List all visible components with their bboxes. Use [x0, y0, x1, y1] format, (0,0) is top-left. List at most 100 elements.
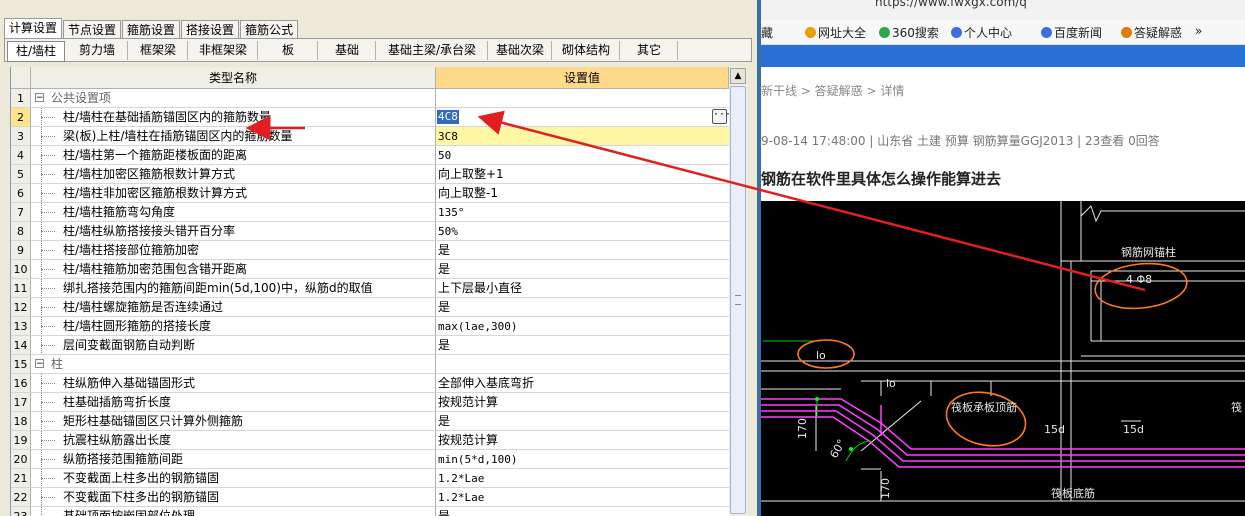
top-tab[interactable]: 箍筋公式 [240, 20, 299, 39]
component-tab[interactable]: 砌体结构 [553, 41, 620, 60]
top-tab[interactable]: 计算设置 [4, 18, 63, 39]
setting-name-cell[interactable]: 绑扎搭接范围内的箍筋间距min(5d,100)中，纵筋d的取值 [31, 279, 436, 298]
setting-value-cell[interactable]: 50 [436, 146, 729, 165]
setting-value-cell[interactable]: 向上取整+1 [436, 165, 729, 184]
top-tab[interactable]: 搭接设置 [181, 20, 240, 39]
table-row[interactable]: 13 柱/墙柱圆形箍筋的搭接长度 max(lae,300) [11, 317, 729, 336]
favorite-link[interactable]: 个人中心 [951, 24, 1012, 41]
breadcrumb[interactable]: 新干线 > 答疑解惑 > 详情 [761, 82, 904, 99]
top-tab[interactable]: 节点设置 [63, 20, 122, 39]
setting-value-cell[interactable]: 是 [436, 507, 729, 516]
component-tab[interactable]: 柱/墙柱 [7, 41, 65, 62]
component-tab[interactable]: 框架梁 [129, 41, 188, 60]
table-row[interactable]: 18 矩形柱基础锚固区只计算外侧箍筋 是 [11, 412, 729, 431]
table-row[interactable]: 16 柱纵筋伸入基础锚固形式 全部伸入基底弯折 [11, 374, 729, 393]
table-row[interactable]: 6 柱/墙柱非加密区箍筋根数计算方式 向上取整-1 [11, 184, 729, 203]
ellipsis-button[interactable]: ··· [712, 109, 729, 124]
grid-scrollbar[interactable]: ▲ [729, 67, 747, 516]
table-row[interactable]: 12 柱/墙柱螺旋箍筋是否连续通过 是 [11, 298, 729, 317]
setting-value-cell[interactable]: 是 [436, 260, 729, 279]
setting-name-cell[interactable]: 柱/墙柱非加密区箍筋根数计算方式 [31, 184, 436, 203]
scroll-up-button[interactable]: ▲ [730, 68, 746, 84]
type-name-header[interactable]: 类型名称 [31, 67, 436, 89]
table-row[interactable]: 4 柱/墙柱第一个箍筋距楼板面的距离 50 [11, 146, 729, 165]
collapse-icon[interactable]: − [35, 93, 44, 103]
setting-name-cell[interactable]: 矩形柱基础锚固区只计算外侧箍筋 [31, 412, 436, 431]
table-row[interactable]: 23 基础顶面按嵌固部位处理 是 [11, 507, 729, 516]
favorite-link[interactable]: 网址大全 [805, 24, 866, 41]
top-tab[interactable]: 箍筋设置 [122, 20, 181, 39]
table-row[interactable]: 11 绑扎搭接范围内的箍筋间距min(5d,100)中，纵筋d的取值 上下层最小直径 [11, 279, 729, 298]
setting-name-cell[interactable]: 柱纵筋伸入基础锚固形式 [31, 374, 436, 393]
setting-value-cell[interactable]: 是 [436, 298, 729, 317]
setting-name-cell[interactable]: 柱/墙柱纵筋搭接接头错开百分率 [31, 222, 436, 241]
setting-name-cell[interactable]: − 公共设置项 [31, 89, 436, 108]
favorite-link[interactable]: 360搜索 [879, 24, 939, 41]
table-row[interactable]: 19 抗震柱纵筋露出长度 按规范计算 [11, 431, 729, 450]
table-row[interactable]: 9 柱/墙柱搭接部位箍筋加密 是 [11, 241, 729, 260]
setting-name-cell[interactable]: 抗震柱纵筋露出长度 [31, 431, 436, 450]
setting-value-cell[interactable]: 是 [436, 412, 729, 431]
setting-name-cell[interactable]: 柱/墙柱在基础插筋锚固区内的箍筋数量 [31, 108, 436, 127]
setting-value-cell[interactable]: 135° [436, 203, 729, 222]
group-row[interactable]: 15− 柱 [11, 355, 729, 374]
table-row[interactable]: 8 柱/墙柱纵筋搭接接头错开百分率 50% [11, 222, 729, 241]
favorite-link[interactable]: 藏 [761, 24, 773, 41]
favorite-link[interactable]: 百度新闻 [1041, 24, 1102, 41]
setting-name-cell[interactable]: 柱/墙柱第一个箍筋距楼板面的距离 [31, 146, 436, 165]
setting-name-cell[interactable]: 柱/墙柱箍筋弯勾角度 [31, 203, 436, 222]
component-tab[interactable]: 剪力墙 [67, 41, 128, 60]
component-tab[interactable]: 基础主梁/承台梁 [377, 41, 488, 60]
setting-value-cell[interactable]: 按规范计算 [436, 393, 729, 412]
setting-value-cell[interactable]: max(lae,300) [436, 317, 729, 336]
setting-name-cell[interactable]: 不变截面下柱多出的钢筋锚固 [31, 488, 436, 507]
component-tab[interactable]: 其它 [621, 41, 678, 60]
favorite-link[interactable]: 答疑解惑 [1121, 24, 1182, 41]
setting-value-cell[interactable]: 1.2*Lae [436, 469, 729, 488]
setting-value-cell[interactable]: min(5*d,100) [436, 450, 729, 469]
table-row[interactable]: 21 不变截面上柱多出的钢筋锚固 1.2*Lae [11, 469, 729, 488]
setting-name-cell[interactable]: 梁(板)上柱/墙柱在插筋锚固区内的箍筋数量 [31, 127, 436, 146]
setting-name-cell[interactable]: 柱/墙柱加密区箍筋根数计算方式 [31, 165, 436, 184]
setting-name-cell[interactable]: 柱/墙柱搭接部位箍筋加密 [31, 241, 436, 260]
setting-name-cell[interactable]: 层间变截面钢筋自动判断 [31, 336, 436, 355]
setting-name-cell[interactable]: 基础顶面按嵌固部位处理 [31, 507, 436, 516]
setting-value-header[interactable]: 设置值 [436, 67, 729, 89]
setting-name-cell[interactable]: 柱基础插筋弯折长度 [31, 393, 436, 412]
setting-name-cell[interactable]: − 柱 [31, 355, 436, 374]
setting-name-cell[interactable]: 柱/墙柱螺旋箍筋是否连续通过 [31, 298, 436, 317]
setting-value-cell[interactable] [436, 89, 729, 108]
setting-value-cell[interactable]: 上下层最小直径 [436, 279, 729, 298]
table-row[interactable]: 5 柱/墙柱加密区箍筋根数计算方式 向上取整+1 [11, 165, 729, 184]
setting-value-cell[interactable]: 向上取整-1 [436, 184, 729, 203]
table-row[interactable]: 3 梁(板)上柱/墙柱在插筋锚固区内的箍筋数量 3C8 [11, 127, 729, 146]
table-row[interactable]: 20 纵筋搭接范围箍筋间距 min(5*d,100) [11, 450, 729, 469]
setting-value-cell[interactable]: 按规范计算 [436, 431, 729, 450]
table-row[interactable]: 14 层间变截面钢筋自动判断 是 [11, 336, 729, 355]
setting-value-cell[interactable]: 3C8 [436, 127, 729, 146]
address-bar[interactable]: https://www.fwxgx.com/q [875, 0, 1027, 9]
setting-value-cell[interactable]: 全部伸入基底弯折 [436, 374, 729, 393]
table-row[interactable]: 10 柱/墙柱箍筋加密范围包含错开距离 是 [11, 260, 729, 279]
component-tab[interactable]: 基础次梁 [489, 41, 552, 60]
table-row[interactable]: 17 柱基础插筋弯折长度 按规范计算 [11, 393, 729, 412]
table-row[interactable]: 22 不变截面下柱多出的钢筋锚固 1.2*Lae [11, 488, 729, 507]
collapse-icon[interactable]: − [35, 359, 44, 369]
setting-name-cell[interactable]: 柱/墙柱箍筋加密范围包含错开距离 [31, 260, 436, 279]
value-editor[interactable]: 4C8 [437, 110, 459, 124]
setting-value-cell[interactable]: 是 [436, 241, 729, 260]
favorite-link[interactable]: » [1195, 24, 1202, 38]
table-row[interactable]: 2 柱/墙柱在基础插筋锚固区内的箍筋数量 4C8 ··· [11, 108, 729, 127]
scrollbar-thumb[interactable] [730, 86, 746, 514]
setting-value-cell[interactable]: 是 [436, 336, 729, 355]
setting-name-cell[interactable]: 不变截面上柱多出的钢筋锚固 [31, 469, 436, 488]
setting-value-cell[interactable]: 1.2*Lae [436, 488, 729, 507]
setting-value-cell[interactable]: 4C8 ··· [436, 108, 729, 127]
component-tab[interactable]: 板 [259, 41, 318, 60]
setting-value-cell[interactable]: 50% [436, 222, 729, 241]
component-tab[interactable]: 非框架梁 [189, 41, 258, 60]
setting-value-cell[interactable] [436, 355, 729, 374]
table-row[interactable]: 7 柱/墙柱箍筋弯勾角度 135° [11, 203, 729, 222]
setting-name-cell[interactable]: 柱/墙柱圆形箍筋的搭接长度 [31, 317, 436, 336]
component-tab[interactable]: 基础 [319, 41, 376, 60]
